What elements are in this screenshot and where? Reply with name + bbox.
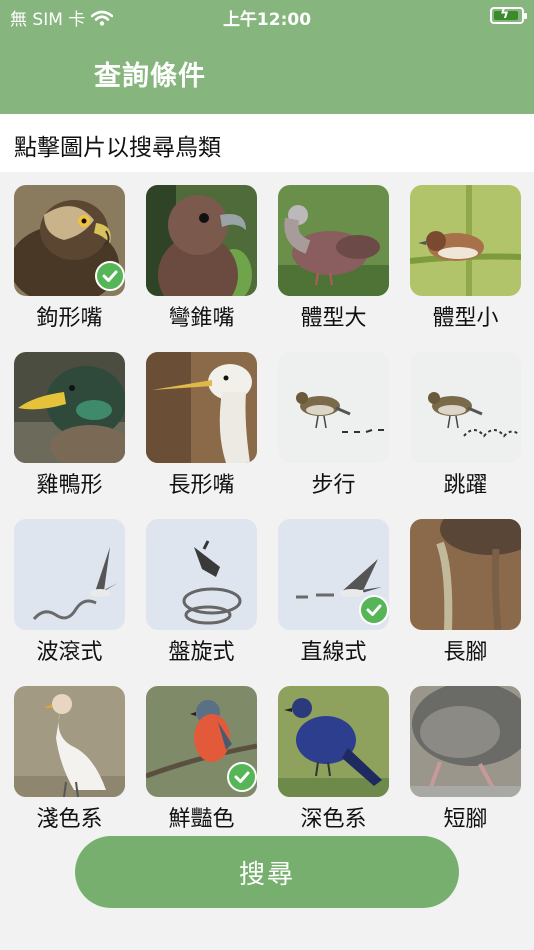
- filter-tile-short-legs[interactable]: 短腳: [410, 673, 521, 832]
- header-bar: 無 SIM 卡 上午12:00 ϟ 查詢條件: [0, 0, 534, 114]
- filter-label: 鮮豔色: [168, 807, 235, 832]
- bird-photo: [410, 686, 521, 797]
- filter-label: 長形嘴: [168, 473, 235, 498]
- bird-photo: [14, 686, 125, 797]
- bird-photo: [410, 185, 521, 296]
- filter-label: 體型小: [432, 306, 499, 331]
- selected-check-icon: [359, 595, 389, 625]
- filter-label: 淺色系: [36, 807, 103, 832]
- filter-tile-straight-flight[interactable]: 直線式: [278, 506, 389, 665]
- filter-label: 短腳: [443, 807, 488, 832]
- filter-tile-long-beak[interactable]: 長形嘴: [146, 339, 257, 498]
- filter-tile-duck-shape[interactable]: 雞鴨形: [14, 339, 125, 498]
- filter-label: 長腳: [443, 640, 488, 665]
- filter-tile-hooked-beak[interactable]: 鉤形嘴: [14, 172, 125, 331]
- filter-label: 步行: [311, 473, 356, 498]
- instruction-bar: 點擊圖片以搜尋鳥類: [0, 114, 534, 172]
- filter-tile-soaring-flight[interactable]: 盤旋式: [146, 506, 257, 665]
- filter-tile-undulating-flight[interactable]: 波滾式: [14, 506, 125, 665]
- filter-tile-walking[interactable]: 步行: [278, 339, 389, 498]
- bird-photo: [14, 352, 125, 463]
- filter-label: 波滾式: [36, 640, 103, 665]
- bird-photo: [146, 185, 257, 296]
- bird-photo: [410, 519, 521, 630]
- filter-tile-long-legs[interactable]: 長腳: [410, 506, 521, 665]
- filter-tile-dark-color[interactable]: 深色系: [278, 673, 389, 832]
- bird-photo: [410, 352, 521, 463]
- filter-label: 盤旋式: [168, 640, 235, 665]
- filter-tile-large-size[interactable]: 體型大: [278, 172, 389, 331]
- filter-label: 深色系: [300, 807, 367, 832]
- filter-label: 鉤形嘴: [36, 306, 103, 331]
- filter-label: 體型大: [300, 306, 367, 331]
- filter-label: 跳躍: [443, 473, 488, 498]
- status-clock: 上午12:00: [222, 10, 312, 30]
- filter-label: 雞鴨形: [36, 473, 103, 498]
- filter-label: 彎錐嘴: [168, 306, 235, 331]
- filter-tile-small-size[interactable]: 體型小: [410, 172, 521, 331]
- bird-photo: [278, 686, 389, 797]
- bird-photo: [146, 519, 257, 630]
- selected-check-icon: [95, 261, 125, 291]
- page-title: 查詢條件: [94, 61, 206, 92]
- filter-tile-curved-beak[interactable]: 彎錐嘴: [146, 172, 257, 331]
- filter-label: 直線式: [300, 640, 367, 665]
- bird-photo: [146, 352, 257, 463]
- selected-check-icon: [227, 762, 257, 792]
- bird-photo: [278, 352, 389, 463]
- bird-photo: [14, 519, 125, 630]
- instruction-text: 點擊圖片以搜尋鳥類: [14, 135, 221, 161]
- battery-icon: ϟ: [490, 6, 527, 24]
- bird-photo: [278, 185, 389, 296]
- filter-tile-hopping[interactable]: 跳躍: [410, 339, 521, 498]
- filter-tile-light-color[interactable]: 淺色系: [14, 673, 125, 832]
- status-bar: 無 SIM 卡 上午12:00 ϟ: [0, 0, 534, 32]
- filter-tile-bright-color[interactable]: 鮮豔色: [146, 673, 257, 832]
- search-button[interactable]: 搜尋: [75, 836, 459, 908]
